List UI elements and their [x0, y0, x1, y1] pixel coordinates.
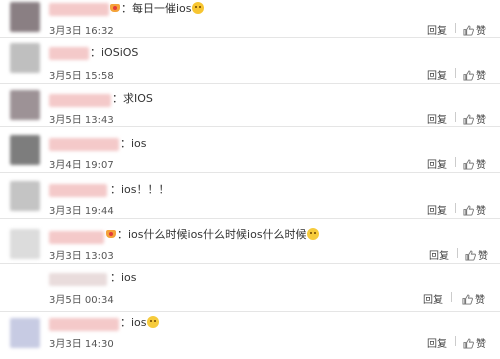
reply-button[interactable]: 回复: [427, 111, 447, 126]
comment-item: ：每日一催ios 3月3日 16:32 回复 赞: [0, 0, 500, 38]
username[interactable]: [49, 273, 107, 286]
avatar[interactable]: [10, 272, 40, 302]
like-label: 赞: [476, 26, 486, 37]
like-button[interactable]: 赞: [463, 335, 486, 350]
comment-item: ：iOSiOS 3月5日 15:58 回复 赞: [0, 38, 500, 84]
tongue-emoji-icon: [191, 2, 204, 14]
comment-text: ：ios什么时候ios什么时候ios什么时候: [106, 228, 319, 242]
avatar[interactable]: [10, 43, 40, 73]
action-separator: [455, 203, 456, 213]
username[interactable]: [49, 318, 119, 331]
comment-text: ：ios: [110, 271, 137, 284]
avatar[interactable]: [10, 2, 40, 32]
like-button[interactable]: 赞: [462, 291, 485, 306]
like-label: 赞: [476, 71, 486, 82]
avatar[interactable]: [10, 229, 40, 259]
comment-item: ：ios 3月4日 19:07 回复 赞: [0, 127, 500, 173]
crying-emoji-icon: [306, 228, 319, 240]
like-button[interactable]: 赞: [463, 156, 486, 171]
username[interactable]: [49, 138, 119, 151]
username[interactable]: [49, 94, 111, 107]
comment-item: ：ios 3月5日 00:34 回复 赞: [0, 264, 500, 312]
reply-button[interactable]: 回复: [427, 202, 447, 217]
comment-time: 3月3日 14:30: [49, 339, 114, 350]
comment-time: 3月5日 13:43: [49, 115, 114, 126]
reply-button[interactable]: 回复: [427, 67, 447, 82]
comment-time: 3月3日 13:03: [49, 251, 114, 262]
comment-text: ：iOSiOS: [90, 46, 139, 59]
thumbs-up-icon: [463, 338, 474, 349]
comment-item: ：ios 3月3日 14:30 回复 赞: [0, 312, 500, 359]
thumbs-up-icon: [462, 294, 473, 305]
like-button[interactable]: 赞: [463, 202, 486, 217]
like-label: 赞: [476, 160, 486, 171]
thumbs-up-icon: [463, 205, 474, 216]
comment-item: ：ios什么时候ios什么时候ios什么时候 3月3日 13:03 回复 赞: [0, 219, 500, 264]
comment-time: 3月3日 19:44: [49, 206, 114, 217]
thumbs-up-icon: [465, 250, 476, 261]
action-separator: [455, 68, 456, 78]
like-button[interactable]: 赞: [463, 22, 486, 37]
comment-time: 3月5日 00:34: [49, 295, 114, 306]
reply-button[interactable]: 回复: [427, 156, 447, 171]
comment-time: 3月4日 19:07: [49, 160, 114, 171]
like-label: 赞: [476, 115, 486, 126]
reply-button[interactable]: 回复: [423, 291, 443, 306]
comment-time: 3月5日 15:58: [49, 71, 114, 82]
action-separator: [455, 157, 456, 167]
reply-button[interactable]: 回复: [427, 335, 447, 350]
avatar[interactable]: [10, 181, 40, 211]
username[interactable]: [49, 231, 104, 244]
comment-text: ：求IOS: [112, 92, 153, 105]
action-separator: [457, 248, 458, 258]
thumbs-up-icon: [463, 25, 474, 36]
like-label: 赞: [476, 339, 486, 350]
like-label: 赞: [476, 206, 486, 217]
comment-text: ：每日一催ios: [110, 2, 204, 16]
action-separator: [455, 112, 456, 122]
username[interactable]: [49, 184, 107, 197]
comment-time: 3月3日 16:32: [49, 26, 114, 37]
like-label: 赞: [475, 295, 485, 306]
username[interactable]: [49, 47, 89, 60]
avatar[interactable]: [10, 318, 40, 348]
action-separator: [455, 336, 456, 346]
thumbs-up-icon: [463, 70, 474, 81]
like-label: 赞: [478, 251, 488, 262]
username[interactable]: [49, 3, 109, 16]
comment-item: ：ios！！！ 3月3日 19:44 回复 赞: [0, 173, 500, 219]
like-button[interactable]: 赞: [463, 67, 486, 82]
comment-text: ：ios: [120, 316, 159, 330]
avatar[interactable]: [10, 135, 40, 165]
comment-list: ：每日一催ios 3月3日 16:32 回复 赞 ：iOSiOS 3月5日 15…: [0, 0, 500, 359]
reply-button[interactable]: 回复: [429, 247, 449, 262]
avatar[interactable]: [10, 90, 40, 120]
action-separator: [455, 23, 456, 33]
thumbs-up-icon: [463, 159, 474, 170]
thumbs-up-icon: [463, 114, 474, 125]
reply-button[interactable]: 回复: [427, 22, 447, 37]
crying-emoji-icon: [146, 316, 159, 328]
comment-item: ：求IOS 3月5日 13:43 回复 赞: [0, 84, 500, 127]
action-separator: [451, 292, 452, 302]
comment-text: ：ios！！！: [110, 183, 170, 196]
comment-text: ：ios: [120, 137, 147, 150]
like-button[interactable]: 赞: [465, 247, 488, 262]
like-button[interactable]: 赞: [463, 111, 486, 126]
badge-icon: [110, 3, 120, 13]
badge-icon: [106, 229, 116, 239]
